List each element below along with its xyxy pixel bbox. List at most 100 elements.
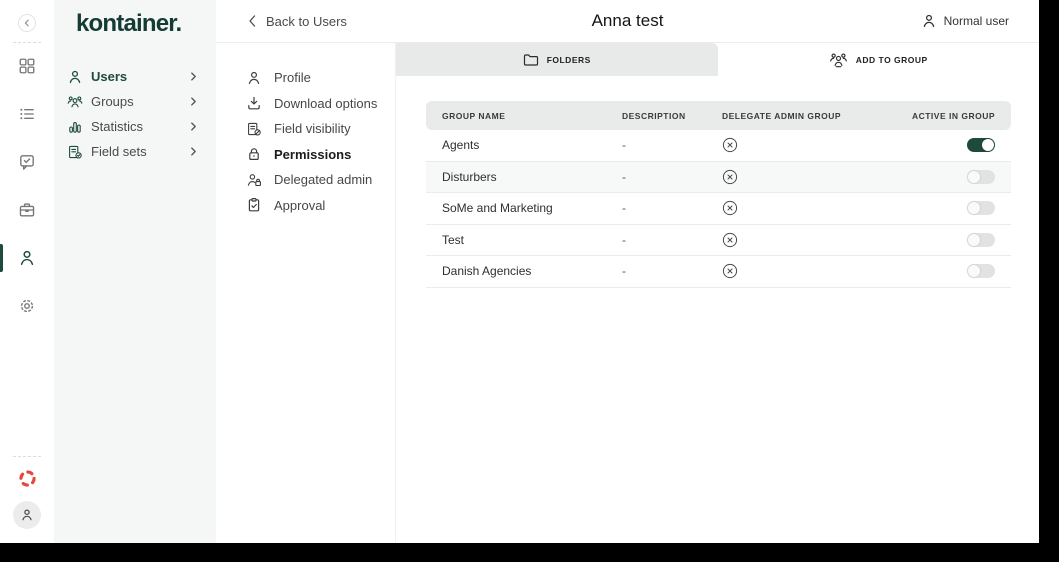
group-description: - xyxy=(622,232,626,247)
profile-icon xyxy=(248,71,260,84)
rail-bottom-divider xyxy=(13,456,41,457)
rail-item-help[interactable] xyxy=(0,469,54,487)
back-label: Back to Users xyxy=(266,13,347,29)
grid-icon xyxy=(19,58,35,74)
sidebar-nav: Users Groups Statistics Field sets xyxy=(54,64,216,164)
rail-bottom-group xyxy=(0,456,54,529)
folder-icon xyxy=(523,53,538,66)
toggle-knob xyxy=(968,202,980,215)
groups-table: GROUP NAME DESCRIPTION DELEGATE ADMIN GR… xyxy=(396,76,1039,288)
remove-delegate-admin-button[interactable] xyxy=(722,200,738,216)
remove-delegate-admin-button[interactable] xyxy=(722,137,738,153)
active-in-group-toggle[interactable] xyxy=(967,232,995,247)
rail-item-dashboard[interactable] xyxy=(0,57,54,75)
rail-item-users[interactable] xyxy=(0,244,54,272)
tab-label: ADD TO GROUP xyxy=(855,54,928,65)
page-title: Anna test xyxy=(591,11,664,30)
sidebar-item-label: Users xyxy=(91,69,128,84)
panel-item-field-visibility[interactable]: Field visibility xyxy=(216,116,395,142)
group-description: - xyxy=(622,138,626,153)
chat-check-icon xyxy=(20,155,34,170)
panel-item-permissions[interactable]: Permissions xyxy=(216,142,395,168)
column-header-group-name: GROUP NAME xyxy=(442,110,506,121)
sidebar-item-users[interactable]: Users xyxy=(54,64,216,89)
download-icon xyxy=(248,97,260,110)
rail-item-approvals[interactable] xyxy=(0,153,54,171)
sidebar: kontainer. Users Groups Statistics Field… xyxy=(54,0,216,543)
main-content: FOLDERS ADD TO GROUP GROUP NAME DESCRIPT… xyxy=(396,43,1039,543)
column-header-delegate-admin-group: DELEGATE ADMIN GROUP xyxy=(722,110,842,121)
toggle-knob xyxy=(982,139,994,152)
active-in-group-toggle[interactable] xyxy=(967,264,995,279)
remove-delegate-admin-button[interactable] xyxy=(722,232,738,248)
current-user-avatar[interactable] xyxy=(13,501,41,529)
table-row: SoMe and Marketing - xyxy=(426,193,1011,225)
panel-item-label: Profile xyxy=(274,70,311,86)
person-icon xyxy=(20,250,34,266)
group-name: Agents xyxy=(442,138,480,153)
field-visibility-icon xyxy=(248,122,261,136)
x-circle-icon xyxy=(722,201,738,216)
approval-icon xyxy=(248,198,260,212)
column-header-active-in-group: ACTIVE IN GROUP xyxy=(911,110,995,121)
help-ring-icon xyxy=(18,469,36,487)
tab-folders[interactable]: FOLDERS xyxy=(396,43,718,76)
panel-item-delegated-admin[interactable]: Delegated admin xyxy=(216,167,395,193)
column-header-description: DESCRIPTION xyxy=(622,110,686,121)
remove-delegate-admin-button[interactable] xyxy=(722,263,738,279)
group-description: - xyxy=(622,169,626,184)
tab-add-to-group[interactable]: ADD TO GROUP xyxy=(717,43,1039,76)
chevron-right-icon xyxy=(191,122,196,131)
app-window: kontainer. Users Groups Statistics Field… xyxy=(0,0,1039,543)
groups-icon xyxy=(67,95,83,107)
table-header: GROUP NAME DESCRIPTION DELEGATE ADMIN GR… xyxy=(426,101,1011,130)
remove-delegate-admin-button[interactable] xyxy=(722,169,738,185)
group-name: Test xyxy=(442,232,465,247)
users-icon xyxy=(69,70,81,83)
rail-item-workspace[interactable] xyxy=(0,201,54,219)
panel-item-download-options[interactable]: Download options xyxy=(216,91,395,117)
topbar: Back to Users Anna test Normal user xyxy=(216,0,1039,43)
table-row: Agents - xyxy=(426,130,1011,162)
user-role-menu[interactable]: Normal user xyxy=(921,13,1009,29)
collapse-sidebar-button[interactable] xyxy=(18,14,36,32)
sidebar-item-label: Field sets xyxy=(91,144,147,159)
group-name: Disturbers xyxy=(442,169,497,184)
chevron-right-icon xyxy=(191,147,196,156)
toggle-knob xyxy=(968,265,980,278)
panel-item-label: Delegated admin xyxy=(274,172,373,188)
active-in-group-toggle[interactable] xyxy=(967,169,995,184)
panel-item-label: Field visibility xyxy=(274,121,351,137)
chevron-right-icon xyxy=(191,72,196,81)
toggle-knob xyxy=(968,233,980,246)
sidebar-item-field-sets[interactable]: Field sets xyxy=(54,139,216,164)
statistics-icon xyxy=(69,121,81,133)
briefcase-icon xyxy=(19,203,35,217)
group-name: SoMe and Marketing xyxy=(442,201,553,216)
sidebar-item-label: Groups xyxy=(91,94,134,109)
table-row: Test - xyxy=(426,224,1011,256)
add-to-group-icon xyxy=(829,53,847,67)
panel-item-label: Approval xyxy=(274,197,326,213)
group-description: - xyxy=(622,201,626,216)
right-region: Back to Users Anna test Normal user Prof… xyxy=(216,0,1039,543)
panel-item-approval[interactable]: Approval xyxy=(216,193,395,219)
active-in-group-toggle[interactable] xyxy=(967,201,995,216)
sidebar-item-statistics[interactable]: Statistics xyxy=(54,114,216,139)
user-section-panel: Profile Download options Field visibilit… xyxy=(216,43,396,543)
panel-item-profile[interactable]: Profile xyxy=(216,65,395,91)
content-row: Profile Download options Field visibilit… xyxy=(216,43,1039,543)
rail-item-settings[interactable] xyxy=(0,297,54,315)
table-row: Danish Agencies - xyxy=(426,256,1011,288)
lock-icon xyxy=(249,148,259,161)
sidebar-item-groups[interactable]: Groups xyxy=(54,89,216,114)
rail-item-lists[interactable] xyxy=(0,105,54,123)
active-in-group-toggle[interactable] xyxy=(967,138,995,153)
field-sets-icon xyxy=(69,145,82,159)
kontainer-logo[interactable]: kontainer. xyxy=(54,10,216,38)
sidebar-item-label: Statistics xyxy=(91,119,144,134)
x-circle-icon xyxy=(722,264,738,279)
chevron-left-icon xyxy=(24,19,29,27)
table-row: Disturbers - xyxy=(426,161,1011,193)
back-to-users-link[interactable]: Back to Users xyxy=(248,14,347,29)
